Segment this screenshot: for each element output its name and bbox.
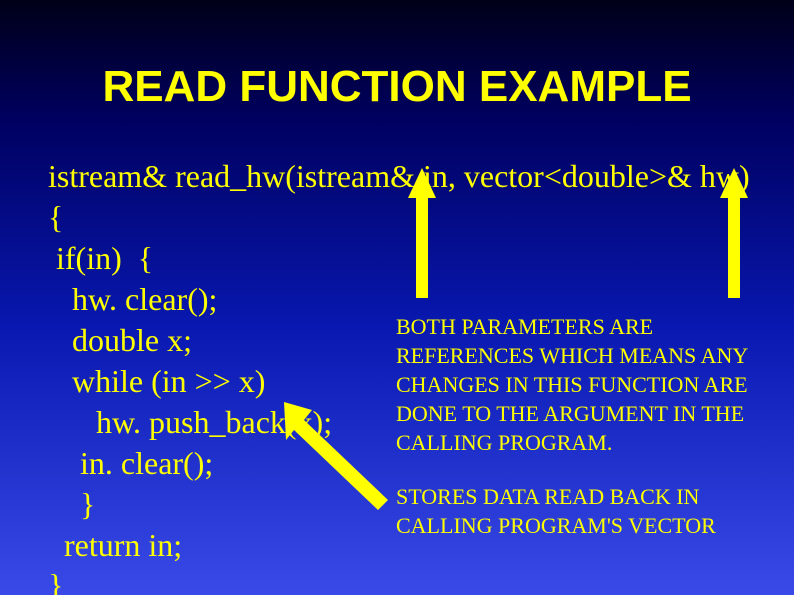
annotation-stores: STORES DATA READ BACK IN CALLING PROGRAM… [396,482,726,540]
code-line: if(in) { [48,240,153,276]
code-line: { [48,199,63,235]
code-line: while (in >> x) [48,363,265,399]
annotation-parameters: BOTH PARAMETERS ARE REFERENCES WHICH MEA… [396,312,766,457]
slide-title: READ FUNCTION EXAMPLE [0,62,794,112]
arrow-up-icon [720,168,748,298]
arrow-up-icon [408,168,436,298]
code-line: } [48,486,95,522]
code-line: in. clear(); [48,445,213,481]
code-line: hw. clear(); [48,281,217,317]
code-line: double x; [48,322,192,358]
code-line: return in; [48,527,182,563]
slide: READ FUNCTION EXAMPLE istream& read_hw(i… [0,0,794,595]
code-line: } [48,567,63,595]
arrow-diagonal-icon [266,396,396,516]
code-line: istream& read_hw(istream& in, vector<dou… [48,158,750,194]
